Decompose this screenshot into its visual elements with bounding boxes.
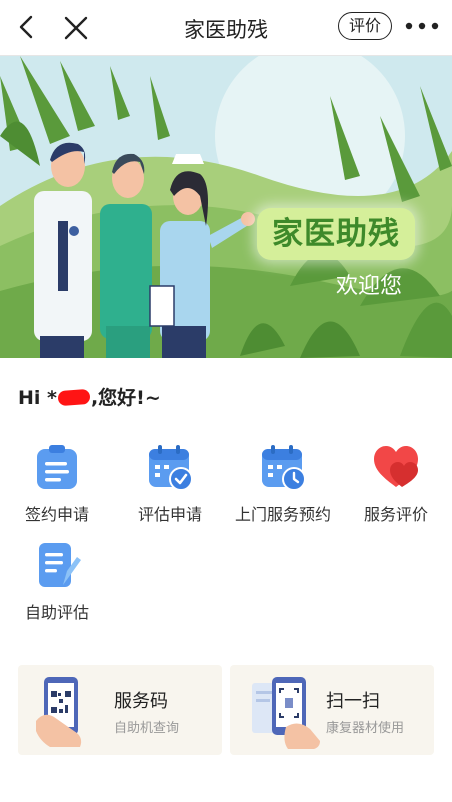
service-sign-up-application[interactable]: 签约申请 [2, 443, 112, 525]
service-self-assessment[interactable]: 自助评估 [2, 541, 112, 623]
qr-code-phone-icon [36, 677, 82, 747]
service-home-visit-booking[interactable]: 上门服务预约 [228, 443, 338, 525]
service-label: 自助评估 [24, 603, 89, 622]
service-label: 签约申请 [24, 505, 89, 524]
heart-icon [374, 446, 418, 487]
banner-subtitle: 欢迎您 [336, 274, 403, 299]
scan-card[interactable]: 扫一扫 康复器材使用 [230, 665, 434, 755]
more-icon[interactable] [404, 16, 440, 36]
card-title: 服务码 [114, 691, 168, 712]
redacted-name-mark [57, 388, 91, 407]
card-subtitle: 自助机查询 [114, 721, 180, 736]
greeting-suffix: ,您好!~ [90, 387, 161, 409]
banner-illustration [0, 56, 452, 358]
service-review[interactable]: 服务评价 [341, 443, 451, 525]
clipboard-icon [37, 445, 77, 489]
banner-title: 家医助残 [257, 208, 415, 260]
card-title: 扫一扫 [326, 691, 380, 712]
greeting-text: Hi * ,您好!~ [18, 383, 161, 410]
service-label: 上门服务预约 [234, 505, 331, 524]
top-nav-bar: 家医助残 评价 [0, 0, 452, 56]
service-label: 评估申请 [137, 505, 202, 524]
greeting-prefix: Hi * [18, 387, 57, 409]
card-subtitle: 康复器材使用 [326, 721, 405, 736]
calendar-clock-icon [262, 445, 306, 491]
calendar-check-icon [149, 445, 193, 491]
service-label: 服务评价 [363, 505, 428, 524]
service-assessment-application[interactable]: 评估申请 [115, 443, 225, 525]
rate-button[interactable]: 评价 [338, 12, 392, 40]
document-pen-icon [39, 543, 81, 587]
welcome-banner[interactable]: 家医助残 欢迎您 [0, 56, 452, 358]
service-code-card[interactable]: 服务码 自助机查询 [18, 665, 222, 755]
scan-phone-icon [252, 677, 320, 749]
